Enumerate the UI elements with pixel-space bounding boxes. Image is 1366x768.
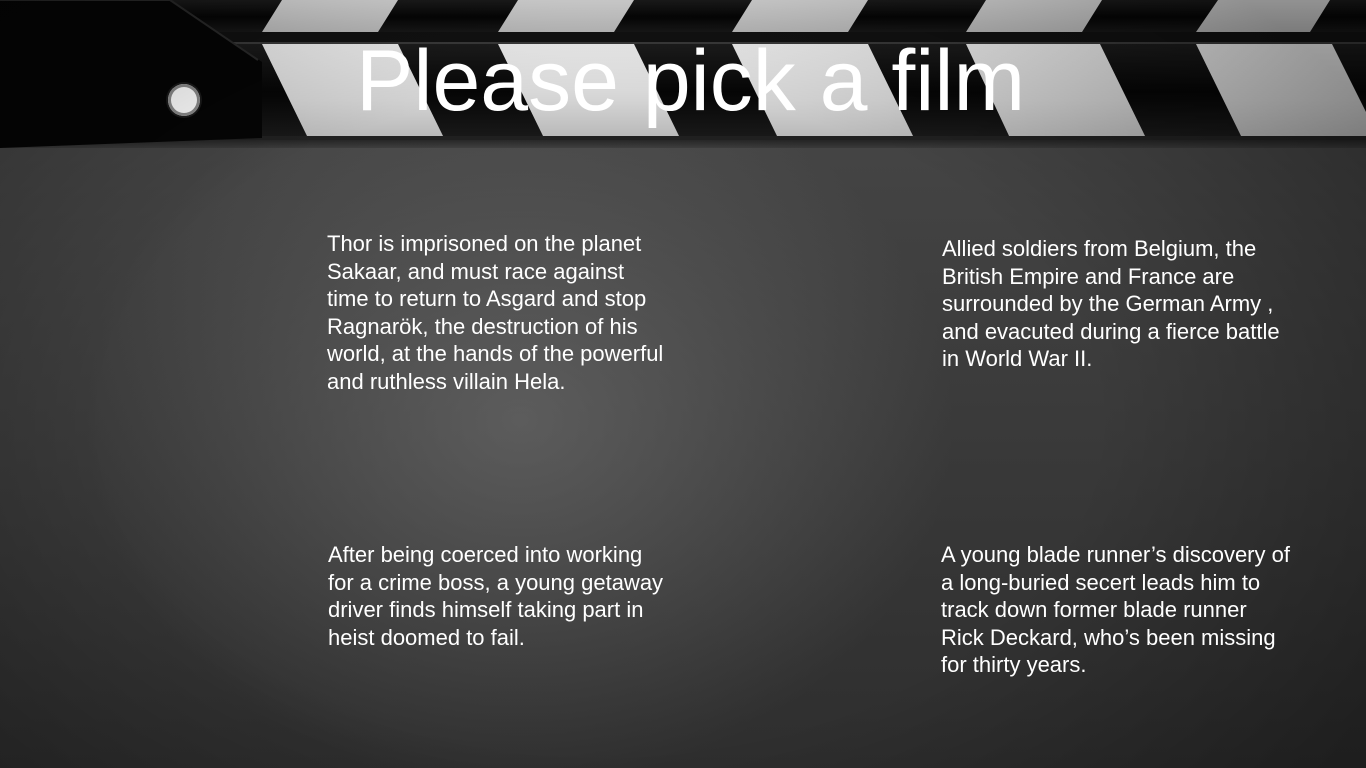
film-option-getaway-driver[interactable]: After being coerced into working for a c…: [328, 541, 668, 651]
film-option-blade-runner[interactable]: A young blade runner’s discovery of a lo…: [941, 541, 1291, 679]
hinge-pin-icon: [168, 84, 200, 116]
page-title: Please pick a film: [356, 33, 1026, 129]
film-option-dunkirk[interactable]: Allied soldiers from Belgium, the Britis…: [942, 235, 1287, 373]
slide: Please pick a film Thor is imprisoned on…: [0, 0, 1366, 768]
film-option-thor[interactable]: Thor is imprisoned on the planet Sakaar,…: [327, 230, 667, 396]
